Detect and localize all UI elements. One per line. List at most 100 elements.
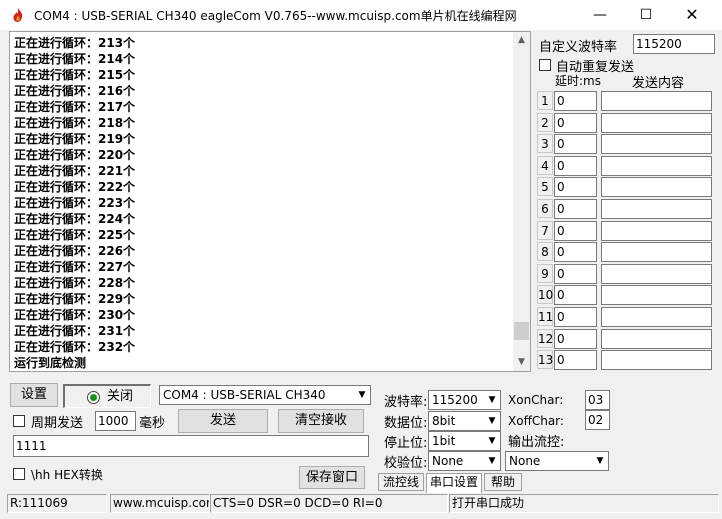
- clear-receive-button[interactable]: 清空接收: [278, 409, 364, 433]
- tab-serial-settings[interactable]: 串口设置: [426, 473, 482, 493]
- receive-textarea[interactable]: 正在进行循环：213个 正在进行循环：214个 正在进行循环：215个 正在进行循环：…: [9, 31, 531, 372]
- output-flow-select[interactable]: None ▼: [505, 451, 609, 471]
- row-number-button[interactable]: 6: [537, 199, 553, 218]
- window-title: COM4 : USB-SERIAL CH340 eagleCom V0.765-…: [34, 9, 517, 23]
- receive-line: 正在进行循环：224个: [14, 212, 136, 226]
- row-delay-input[interactable]: 0: [554, 177, 597, 197]
- period-input[interactable]: 1000: [95, 411, 136, 431]
- row-content-input[interactable]: [601, 285, 712, 305]
- close-port-button[interactable]: 关闭: [63, 384, 151, 408]
- period-unit-label: 毫秒: [139, 416, 166, 431]
- send-button[interactable]: 发送: [178, 409, 268, 433]
- stop-bits-select[interactable]: 1bit ▼: [428, 431, 501, 451]
- xon-char-label: XonChar:: [508, 393, 564, 407]
- port-select-value: COM4 : USB-SERIAL CH340: [163, 388, 326, 402]
- receive-line: 正在进行循环：225个: [14, 228, 136, 242]
- data-bits-label: 数据位:: [384, 416, 428, 431]
- baud-rate-label: 波特率:: [384, 395, 428, 410]
- row-number-button[interactable]: 4: [537, 156, 553, 175]
- custom-baud-label: 自定义波特率: [539, 40, 618, 55]
- multi-send-row: 60: [537, 198, 715, 219]
- row-delay-input[interactable]: 0: [554, 134, 597, 154]
- scroll-down-arrow-icon[interactable]: ▼: [513, 354, 530, 371]
- xon-char-input[interactable]: 03: [585, 390, 610, 410]
- row-number-button[interactable]: 11: [537, 307, 553, 326]
- row-delay-input[interactable]: 0: [554, 113, 597, 133]
- chevron-down-icon: ▼: [354, 386, 370, 404]
- row-delay-input[interactable]: 0: [554, 156, 597, 176]
- baud-rate-select[interactable]: 115200 ▼: [428, 390, 501, 410]
- row-number-button[interactable]: 12: [537, 329, 553, 348]
- row-content-input[interactable]: [601, 329, 712, 349]
- row-number-button[interactable]: 8: [537, 242, 553, 261]
- auto-repeat-checkbox[interactable]: [539, 59, 551, 71]
- row-delay-input[interactable]: 0: [554, 91, 597, 111]
- chevron-down-icon: ▼: [484, 391, 500, 409]
- multi-send-row: 20: [537, 112, 715, 133]
- row-content-input[interactable]: [601, 242, 712, 262]
- settings-button[interactable]: 设置: [10, 383, 58, 407]
- port-select[interactable]: COM4 : USB-SERIAL CH340 ▼: [159, 385, 371, 405]
- row-delay-input[interactable]: 0: [554, 350, 597, 370]
- parity-select[interactable]: None ▼: [428, 451, 501, 471]
- tab-help[interactable]: 帮助: [484, 473, 522, 491]
- scroll-thumb[interactable]: [514, 321, 529, 340]
- row-number-button[interactable]: 5: [537, 177, 553, 196]
- xoff-char-label: XoffChar:: [508, 414, 564, 428]
- row-number-button[interactable]: 2: [537, 113, 553, 132]
- row-delay-input[interactable]: 0: [554, 285, 597, 305]
- close-window-button[interactable]: ✕: [669, 0, 715, 30]
- row-number-button[interactable]: 10: [537, 285, 553, 304]
- data-bits-value: 8bit: [432, 414, 456, 428]
- maximize-button[interactable]: ☐: [623, 0, 669, 30]
- row-delay-input[interactable]: 0: [554, 242, 597, 262]
- periodic-send-checkbox[interactable]: [13, 415, 25, 427]
- row-delay-input[interactable]: 0: [554, 329, 597, 349]
- save-window-button[interactable]: 保存窗口: [299, 466, 365, 489]
- title-bar[interactable]: COM4 : USB-SERIAL CH340 eagleCom V0.765-…: [0, 0, 722, 30]
- chevron-down-icon: ▼: [484, 412, 500, 430]
- row-content-input[interactable]: [601, 221, 712, 241]
- row-number-button[interactable]: 9: [537, 264, 553, 283]
- row-delay-input[interactable]: 0: [554, 221, 597, 241]
- receive-line: 正在进行循环：222个: [14, 180, 136, 194]
- close-port-label: 关闭: [107, 389, 134, 404]
- row-content-input[interactable]: [601, 134, 712, 154]
- website-link[interactable]: www.mcuisp.com: [110, 494, 210, 513]
- receive-line: 正在进行循环：231个: [14, 324, 136, 338]
- multi-send-row: 11 0: [537, 306, 715, 327]
- receive-line: 正在进行循环：213个: [14, 36, 136, 50]
- multi-send-row: 13 0: [537, 349, 715, 370]
- stop-bits-value: 1bit: [432, 434, 456, 448]
- output-flow-label: 输出流控:: [508, 435, 565, 450]
- row-number-button[interactable]: 3: [537, 134, 553, 153]
- row-content-input[interactable]: [601, 91, 712, 111]
- row-content-input[interactable]: [601, 350, 712, 370]
- row-content-input[interactable]: [601, 113, 712, 133]
- hex-convert-checkbox[interactable]: [13, 468, 25, 480]
- minimize-button[interactable]: —: [577, 0, 623, 30]
- row-number-button[interactable]: 13: [537, 350, 553, 369]
- row-delay-input[interactable]: 0: [554, 307, 597, 327]
- row-number-button[interactable]: 1: [537, 91, 553, 110]
- receive-line: 正在进行循环：223个: [14, 196, 136, 210]
- custom-baud-input[interactable]: 115200: [633, 34, 715, 54]
- data-bits-select[interactable]: 8bit ▼: [428, 411, 501, 431]
- tab-flow-lines[interactable]: 流控线: [378, 473, 424, 491]
- chevron-down-icon: ▼: [484, 452, 500, 470]
- row-content-input[interactable]: [601, 177, 712, 197]
- send-text-input[interactable]: 1111: [13, 435, 369, 457]
- row-delay-input[interactable]: 0: [554, 264, 597, 284]
- row-content-input[interactable]: [601, 264, 712, 284]
- scroll-up-arrow-icon[interactable]: ▲: [513, 32, 530, 49]
- row-content-input[interactable]: [601, 199, 712, 219]
- content-column-header: 发送内容: [632, 76, 685, 91]
- row-number-button[interactable]: 7: [537, 221, 553, 240]
- baud-rate-value: 115200: [432, 393, 478, 407]
- row-content-input[interactable]: [601, 156, 712, 176]
- xoff-char-input[interactable]: 02: [585, 410, 610, 430]
- receive-scrollbar[interactable]: ▲ ▼: [513, 32, 530, 371]
- row-content-input[interactable]: [601, 307, 712, 327]
- periodic-send-label: 周期发送: [31, 416, 84, 431]
- row-delay-input[interactable]: 0: [554, 199, 597, 219]
